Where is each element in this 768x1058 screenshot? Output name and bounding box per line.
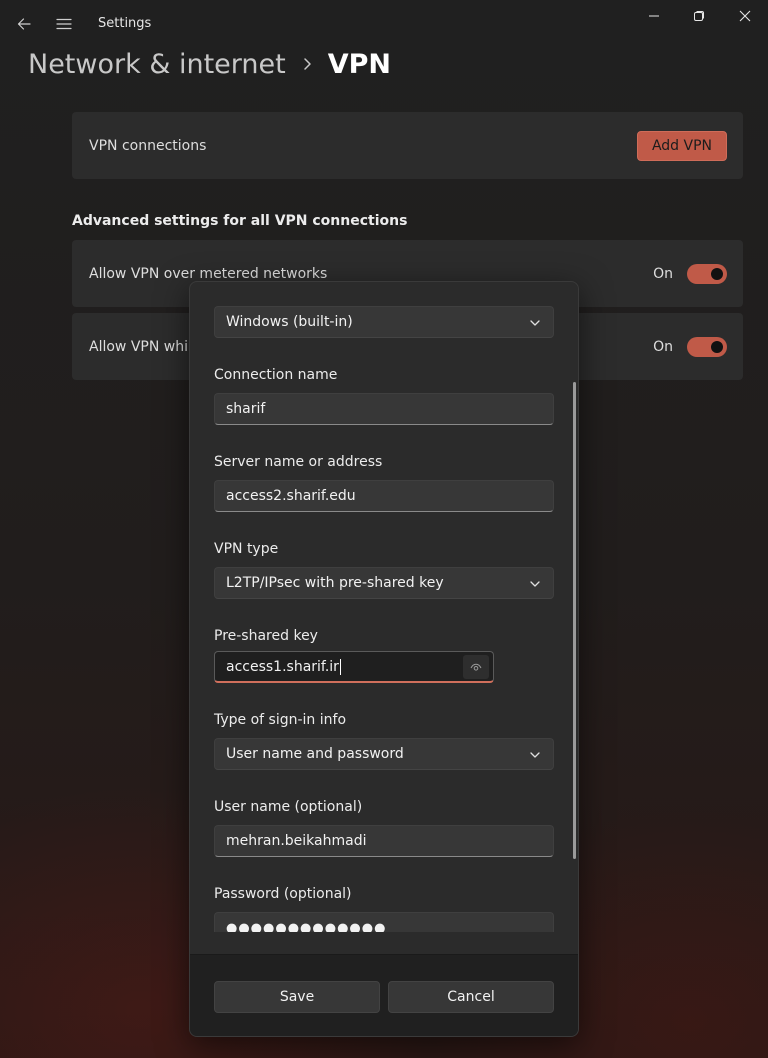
text-caret bbox=[339, 658, 341, 675]
add-vpn-button[interactable]: Add VPN bbox=[637, 131, 727, 161]
save-button[interactable]: Save bbox=[214, 981, 380, 1013]
chevron-down-icon bbox=[530, 581, 540, 587]
hamburger-menu-icon bbox=[56, 18, 72, 30]
cancel-button[interactable]: Cancel bbox=[388, 981, 554, 1013]
minimize-icon bbox=[649, 15, 659, 17]
password-value: ●●●●●●●●●●●●● bbox=[226, 920, 387, 933]
navigation-menu-button[interactable] bbox=[52, 12, 76, 36]
username-label: User name (optional) bbox=[214, 799, 363, 815]
signin-type-label: Type of sign-in info bbox=[214, 712, 347, 728]
metered-networks-toggle[interactable] bbox=[687, 263, 727, 284]
minimize-button[interactable] bbox=[636, 4, 672, 28]
toggle-knob bbox=[711, 267, 723, 280]
breadcrumb-parent-link[interactable]: Network & internet bbox=[28, 49, 286, 80]
connection-name-value: sharif bbox=[226, 401, 266, 417]
password-input[interactable]: ●●●●●●●●●●●●● bbox=[214, 912, 554, 932]
advanced-settings-heading: Advanced settings for all VPN connection… bbox=[72, 213, 408, 229]
roaming-toggle-state: On bbox=[653, 338, 673, 355]
dialog-scroll-area[interactable]: Windows (built-in) Connection name shari… bbox=[190, 282, 578, 932]
server-address-value: access2.sharif.edu bbox=[226, 488, 356, 504]
metered-toggle-state: On bbox=[653, 265, 673, 282]
password-label: Password (optional) bbox=[214, 886, 352, 902]
preshared-key-label: Pre-shared key bbox=[214, 628, 318, 644]
breadcrumb-separator bbox=[286, 57, 328, 71]
preshared-key-input[interactable]: access1.sharif.ir bbox=[214, 651, 494, 683]
maximize-icon bbox=[694, 11, 704, 21]
vpn-provider-select[interactable]: Windows (built-in) bbox=[214, 306, 554, 338]
server-address-label: Server name or address bbox=[214, 454, 383, 470]
add-vpn-dialog: Windows (built-in) Connection name shari… bbox=[189, 281, 579, 1037]
vpn-type-value: L2TP/IPsec with pre-shared key bbox=[226, 575, 444, 591]
vpn-type-select[interactable]: L2TP/IPsec with pre-shared key bbox=[214, 567, 554, 599]
close-icon bbox=[739, 10, 751, 22]
chevron-right-icon bbox=[303, 58, 311, 70]
vpn-connections-label: VPN connections bbox=[89, 137, 207, 154]
vpn-connections-card: VPN connections Add VPN bbox=[72, 112, 743, 179]
eye-icon bbox=[470, 663, 482, 671]
app-title: Settings bbox=[98, 16, 152, 31]
close-window-button[interactable] bbox=[727, 4, 763, 28]
back-button[interactable] bbox=[12, 12, 36, 36]
back-arrow-icon bbox=[17, 18, 31, 30]
dialog-scrollbar[interactable] bbox=[573, 382, 576, 859]
reveal-password-button[interactable] bbox=[463, 655, 489, 679]
toggle-knob bbox=[711, 340, 723, 353]
signin-type-select[interactable]: User name and password bbox=[214, 738, 554, 770]
preshared-key-value: access1.sharif.ir bbox=[226, 658, 339, 675]
chevron-down-icon bbox=[530, 320, 540, 326]
chevron-down-icon bbox=[530, 752, 540, 758]
vpn-type-label: VPN type bbox=[214, 541, 279, 557]
metered-networks-label: Allow VPN over metered networks bbox=[89, 265, 328, 282]
dialog-footer: Save Cancel bbox=[190, 954, 578, 1036]
vpn-provider-value: Windows (built-in) bbox=[226, 314, 353, 330]
page-title: VPN bbox=[327, 48, 391, 80]
server-address-input[interactable]: access2.sharif.edu bbox=[214, 480, 554, 512]
username-value: mehran.beikahmadi bbox=[226, 833, 367, 849]
breadcrumb: Network & internet VPN bbox=[28, 44, 391, 84]
connection-name-input[interactable]: sharif bbox=[214, 393, 554, 425]
signin-type-value: User name and password bbox=[226, 746, 404, 762]
username-input[interactable]: mehran.beikahmadi bbox=[214, 825, 554, 857]
roaming-toggle[interactable] bbox=[687, 336, 727, 357]
connection-name-label: Connection name bbox=[214, 367, 338, 383]
maximize-button[interactable] bbox=[681, 4, 717, 28]
roaming-label: Allow VPN while bbox=[89, 338, 201, 355]
